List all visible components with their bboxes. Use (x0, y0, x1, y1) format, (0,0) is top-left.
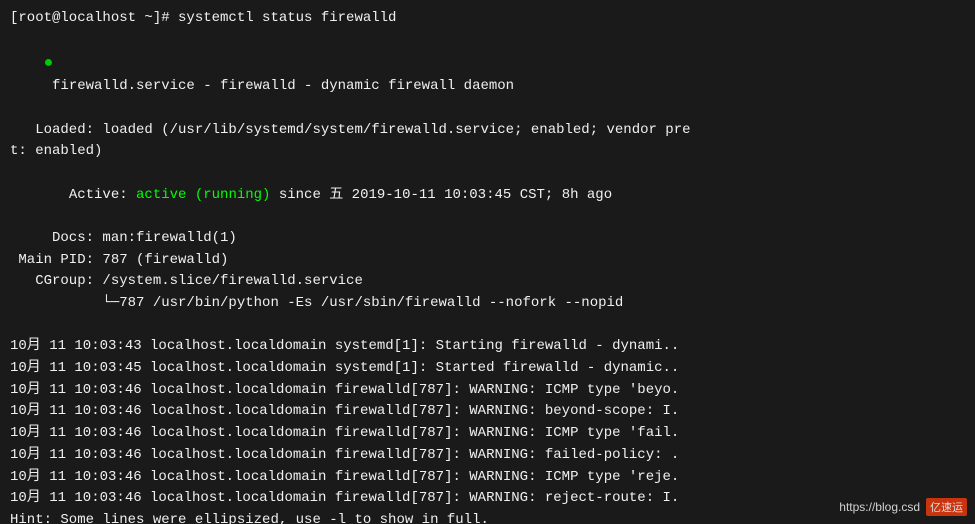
service-status-line: ● firewalld.service - firewalld - dynami… (10, 30, 965, 120)
cgroup-sub-line: └─787 /usr/bin/python -Es /usr/sbin/fire… (10, 293, 965, 315)
active-prefix: Active: (44, 187, 136, 203)
hint-line: Hint: Some lines were ellipsized, use -l… (10, 510, 965, 524)
log-line-2: 10月 11 10:03:45 localhost.localdomain sy… (10, 358, 965, 380)
service-description: firewalld.service - firewalld - dynamic … (44, 78, 514, 94)
log-line-7: 10月 11 10:03:46 localhost.localdomain fi… (10, 467, 965, 489)
log-line-5: 10月 11 10:03:46 localhost.localdomain fi… (10, 423, 965, 445)
log-line-6: 10月 11 10:03:46 localhost.localdomain fi… (10, 445, 965, 467)
log-line-1: 10月 11 10:03:43 localhost.localdomain sy… (10, 336, 965, 358)
active-suffix: since 五 2019-10-11 10:03:45 CST; 8h ago (270, 187, 612, 203)
cgroup-line: CGroup: /system.slice/firewalld.service (10, 271, 965, 293)
terminal-window: [root@localhost ~]# systemctl status fir… (0, 0, 975, 524)
loaded-line: Loaded: loaded (/usr/lib/systemd/system/… (10, 120, 965, 142)
loaded-cont: t: enabled) (10, 141, 965, 163)
log-line-8: 10月 11 10:03:46 localhost.localdomain fi… (10, 488, 965, 510)
log-line-4: 10月 11 10:03:46 localhost.localdomain fi… (10, 401, 965, 423)
command-line: [root@localhost ~]# systemctl status fir… (10, 8, 965, 30)
pid-line: Main PID: 787 (firewalld) (10, 250, 965, 272)
docs-line: Docs: man:firewalld(1) (10, 228, 965, 250)
watermark-csdn-text: https://blog.csd (839, 500, 920, 514)
active-line: Active: active (running) since 五 2019-10… (10, 163, 965, 228)
active-status: active (running) (136, 187, 270, 203)
watermark-yisu-text: 亿速运 (926, 498, 967, 516)
blank-line (10, 315, 965, 337)
watermark: https://blog.csd 亿速运 (839, 498, 967, 516)
log-line-3: 10月 11 10:03:46 localhost.localdomain fi… (10, 380, 965, 402)
status-bullet: ● (44, 54, 54, 72)
